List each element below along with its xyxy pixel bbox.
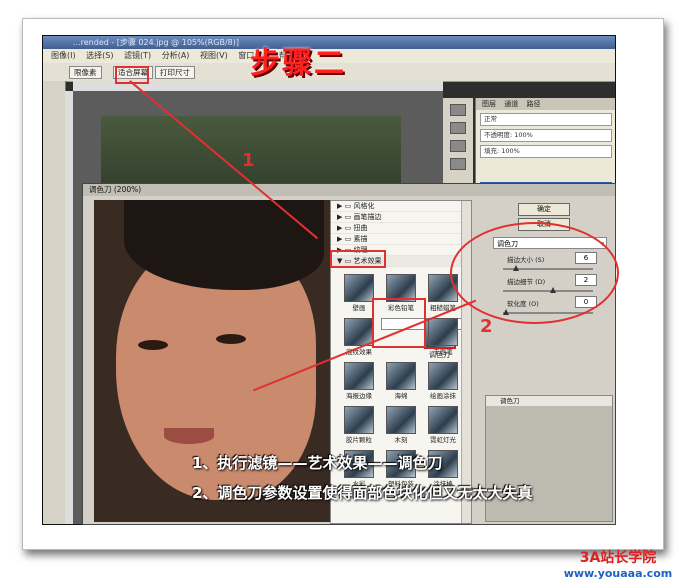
filter-thumbnail-image	[344, 274, 374, 302]
filter-thumbnail[interactable]: 海绵	[381, 362, 421, 404]
filter-thumbnail-image	[428, 406, 458, 434]
filter-thumbnail-label: 木刻	[394, 436, 408, 444]
brush-icon[interactable]	[450, 140, 466, 152]
menu-analysis[interactable]: 分析(A)	[162, 49, 190, 63]
actions-icon[interactable]	[450, 122, 466, 134]
filter-thumbnail-label: 绘画涂抹	[430, 392, 456, 400]
preview-mouth	[164, 428, 214, 444]
menu-view[interactable]: 视图(V)	[200, 49, 228, 63]
step-title: 步骤二	[250, 46, 346, 81]
note-2: 2、调色刀参数设置使得面部色块化但又无太大失真	[192, 484, 533, 502]
folder-distort[interactable]: ▶ ▭ 扭曲	[331, 223, 471, 234]
filter-thumbnail-image	[344, 362, 374, 390]
marker-1: 1	[242, 150, 255, 171]
menu-filter[interactable]: 滤镜(T)	[124, 49, 151, 63]
note-1: 1、执行滤镜——艺术效果——调色刀	[192, 454, 443, 472]
print-size-button[interactable]: 打印尺寸	[155, 66, 195, 79]
filter-thumbnail-image	[386, 406, 416, 434]
brand-url: www.youaaa.com	[563, 567, 673, 580]
menu-image[interactable]: 图像(I)	[51, 49, 76, 63]
settings-highlight-oval	[450, 222, 619, 324]
filter-thumbnail-label: 海绵	[394, 392, 408, 400]
ok-button[interactable]: 确定	[518, 203, 570, 216]
filter-thumbnail[interactable]: 木刻	[381, 406, 421, 448]
filter-thumbnail[interactable]: 胶片颗粒	[339, 406, 379, 448]
clone-icon[interactable]	[450, 158, 466, 170]
tab-layers[interactable]: 图层	[482, 100, 496, 108]
filter-preview[interactable]	[94, 200, 330, 522]
preview-eye-right	[216, 334, 246, 344]
folder-stylize[interactable]: ▶ ▭ 风格化	[331, 201, 471, 212]
filter-thumbnail-label: 霓虹灯光	[430, 436, 456, 444]
tab-channels[interactable]: 通道	[504, 100, 518, 108]
filter-thumbnail[interactable]: 霓虹灯光	[423, 406, 463, 448]
filter-thumbnail[interactable]: 海报边缘	[339, 362, 379, 404]
filter-thumbnail-image	[344, 406, 374, 434]
filter-thumbnail-label: 胶片颗粒	[346, 436, 372, 444]
tab-paths[interactable]: 路径	[526, 100, 540, 108]
marker-2: 2	[480, 316, 493, 337]
actual-pixels-button[interactable]: 限像素	[69, 66, 102, 79]
tools-panel	[43, 81, 66, 524]
filter-thumbnail-image	[386, 362, 416, 390]
preview-eye-left	[138, 340, 168, 350]
vertical-ruler	[65, 91, 73, 524]
filter-gallery-list: ▶ ▭ 风格化 ▶ ▭ 画笔描边 ▶ ▭ 扭曲 ▶ ▭ 素描 ▶ ▭ 纹理 ▼ …	[330, 200, 472, 524]
filter-thumbnail-image	[428, 362, 458, 390]
artistic-folder-highlight	[330, 250, 386, 268]
fill-field[interactable]: 填充: 100%	[480, 145, 612, 158]
folder-sketch[interactable]: ▶ ▭ 素描	[331, 234, 471, 245]
folder-brush-strokes[interactable]: ▶ ▭ 画笔描边	[331, 212, 471, 223]
brand-name: 3A站长学院	[579, 550, 657, 566]
menu-select[interactable]: 选择(S)	[86, 49, 113, 63]
opacity-field[interactable]: 不透明度: 100%	[480, 129, 612, 142]
layers-tabs: 图层 通道 路径	[476, 98, 615, 110]
history-icon[interactable]	[450, 104, 466, 116]
filter-thumbnail-image	[428, 318, 458, 346]
effect-layer-item[interactable]: 调色刀	[486, 396, 612, 406]
filter-thumbnail[interactable]: 干画笔	[423, 318, 463, 360]
dialog-title: 调色刀 (200%)	[83, 184, 615, 196]
blend-mode-select[interactable]: 正常	[480, 113, 612, 126]
filter-thumbnail-label: 干画笔	[433, 348, 453, 356]
filter-thumbnail[interactable]: 绘画涂抹	[423, 362, 463, 404]
watermark-logo: 3A站长学院 www.youaaa.com	[560, 549, 676, 585]
filter-thumbnail-label: 海报边缘	[346, 392, 372, 400]
